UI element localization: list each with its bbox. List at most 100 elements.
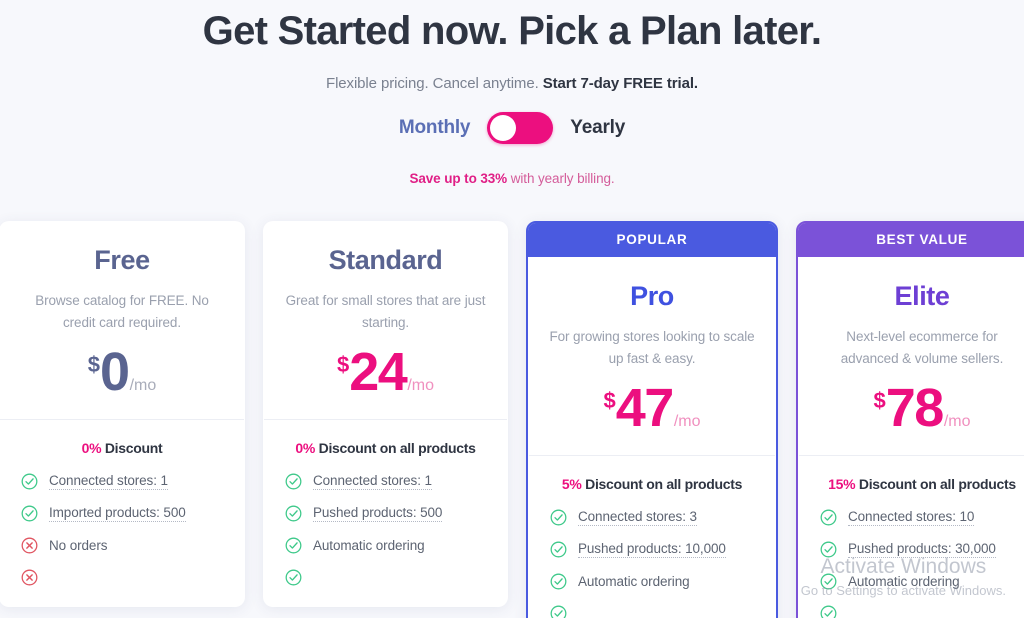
price-currency: $ [87,352,101,378]
x-circle-icon [21,569,38,586]
price-amount: 78 [885,378,945,439]
check-circle-icon [285,569,302,586]
feature-label[interactable]: Connected stores: 10 [848,509,974,527]
feature-list: Connected stores: 1 Pushed products: 500 A… [279,473,492,601]
feature-label[interactable]: Connected stores: 1 [49,473,168,491]
plan-price: $47/mo [548,381,756,435]
feature-list: Connected stores: 3 Pushed products: 10,0… [544,509,760,618]
feature-item [814,605,1024,618]
plan-description: Great for small stores that are just sta… [285,293,486,330]
feature-label: No orders [49,538,108,554]
check-circle-icon [820,605,837,618]
feature-item [544,605,760,618]
price-period: /mo [129,377,157,395]
billing-period-switch[interactable] [487,112,554,144]
check-circle-icon [820,509,837,526]
hero-subtitle-normal: Flexible pricing. Cancel anytime. [326,75,543,92]
plan-name: Standard [328,245,443,275]
price-currency: $ [603,388,616,414]
plan-features-section: 5% Discount on all products Connected sto… [528,456,776,618]
discount-percent: 5% [561,476,582,493]
savings-note: Save up to 33% with yearly billing. [0,171,1024,186]
plan-price: $0/mo [19,345,225,399]
check-circle-icon [21,473,38,490]
feature-item [15,569,229,601]
feature-label: Automatic ordering [313,538,425,554]
feature-item: Connected stores: 1 [15,473,229,505]
plan-description: Next-level ecommerce for advanced & volu… [840,329,1004,366]
x-circle-icon [21,537,38,554]
pricing-card-standard[interactable]: Standard Great for small stores that are … [263,221,508,608]
check-circle-icon [550,541,567,558]
feature-item: Imported products: 500 [15,505,229,537]
pricing-card-free[interactable]: Free Browse catalog for FREE. No credit c… [0,221,245,608]
feature-label: Automatic ordering [578,574,690,590]
feature-label[interactable]: Pushed products: 10,000 [578,541,726,559]
discount-percent: 0% [295,440,316,457]
plan-price: $24/mo [283,345,488,399]
pricing-card-elite[interactable]: BEST VALUE Elite Next-level ecommerce for … [796,221,1024,618]
switch-knob [490,115,517,141]
check-circle-icon [550,509,567,526]
feature-list: Connected stores: 1 Imported products: 50… [15,473,229,601]
check-circle-icon [550,605,567,618]
discount-label: Discount on all products [581,476,743,493]
plan-header: Pro For growing stores looking to scale u… [528,257,776,455]
discount-percent: 15% [828,476,856,493]
price-period: /mo [407,377,434,395]
feature-item [279,569,492,601]
check-circle-icon [820,573,837,590]
toggle-label-monthly[interactable]: Monthly [399,117,471,139]
plan-features-section: 15% Discount on all products Connected st… [798,456,1024,618]
plan-discount-line: 5% Discount on all products [544,476,760,492]
plan-ribbon: POPULAR [528,223,776,257]
price-period: /mo [943,413,971,431]
price-amount: 47 [615,378,675,439]
plan-discount-line: 0% Discount [15,440,229,456]
savings-note-rest: with yearly billing. [507,171,615,186]
toggle-label-yearly[interactable]: Yearly [570,117,625,139]
check-circle-icon [21,505,38,522]
pricing-card-pro[interactable]: POPULAR Pro For growing stores looking to … [526,221,778,618]
check-circle-icon [285,505,302,522]
price-amount: 24 [349,342,408,403]
price-amount: 0 [100,342,130,403]
feature-item: Automatic ordering [279,537,492,569]
plan-features-section: 0% Discount on all products Connected sto… [263,420,508,607]
feature-label[interactable]: Connected stores: 3 [578,509,697,527]
feature-label[interactable]: Pushed products: 30,000 [848,541,996,559]
discount-percent: 0% [81,440,102,457]
plan-header: Free Browse catalog for FREE. No credit c… [0,221,245,419]
check-circle-icon [820,541,837,558]
hero-subtitle: Flexible pricing. Cancel anytime. Start … [0,75,1024,92]
feature-item: Connected stores: 10 [814,509,1024,541]
feature-item: Automatic ordering [544,573,760,605]
price-currency: $ [873,388,886,414]
plan-features-section: 0% Discount Connected stores: 1 Imported p… [0,420,245,607]
feature-label: Automatic ordering [848,574,960,590]
feature-item: Automatic ordering [814,573,1024,605]
plan-name: Pro [630,281,674,311]
feature-item: Pushed products: 10,000 [544,541,760,573]
savings-note-strong: Save up to 33% [409,171,508,186]
feature-label[interactable]: Connected stores: 1 [313,473,432,491]
plan-discount-line: 15% Discount on all products [814,476,1024,492]
price-period: /mo [673,413,701,431]
plan-description: For growing stores looking to scale up f… [549,329,755,366]
check-circle-icon [285,537,302,554]
feature-item: Connected stores: 1 [279,473,492,505]
discount-label: Discount on all products [855,476,1016,493]
plan-price: $78/mo [818,381,1024,435]
plan-ribbon: BEST VALUE [798,223,1024,257]
plan-name: Free [94,245,150,275]
feature-label[interactable]: Pushed products: 500 [313,505,442,523]
page-title: Get Started now. Pick a Plan later. [202,9,822,53]
price-currency: $ [337,352,350,378]
feature-list: Connected stores: 10 Pushed products: 30,… [814,509,1024,618]
hero-subtitle-strong: Start 7-day FREE trial. [542,75,698,92]
plan-header: Elite Next-level ecommerce for advanced &… [798,257,1024,455]
feature-item: Connected stores: 3 [544,509,760,541]
feature-item: Pushed products: 30,000 [814,541,1024,573]
feature-label[interactable]: Imported products: 500 [49,505,186,523]
feature-item: Pushed products: 500 [279,505,492,537]
